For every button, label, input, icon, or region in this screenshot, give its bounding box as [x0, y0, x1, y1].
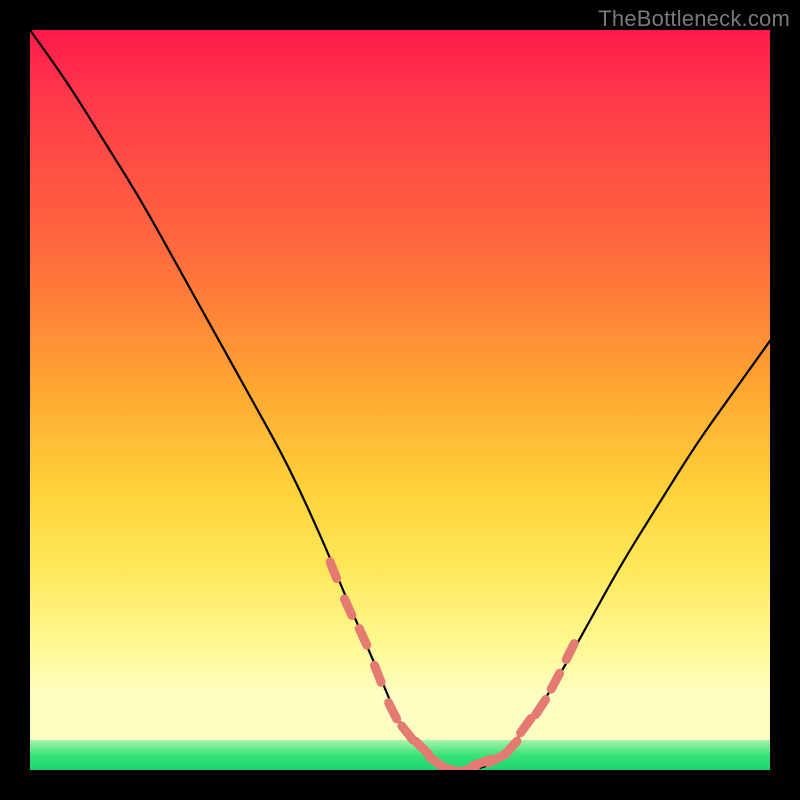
marker-dash: [375, 665, 382, 682]
plot-area: [30, 30, 770, 770]
watermark-text: TheBottleneck.com: [598, 6, 790, 32]
highlighted-points: [330, 562, 574, 770]
marker-dash: [359, 629, 366, 645]
marker-dash: [389, 703, 397, 719]
marker-dash: [566, 644, 574, 660]
marker-dash: [416, 741, 429, 754]
marker-dash: [345, 599, 352, 615]
marker-dash: [330, 562, 337, 579]
marker-dash: [536, 700, 546, 715]
marker-dash: [521, 718, 532, 733]
marker-dash: [402, 726, 413, 740]
marker-dash: [505, 741, 517, 754]
bottleneck-curve: [30, 30, 770, 770]
chart-svg: [30, 30, 770, 770]
chart-stage: TheBottleneck.com: [0, 0, 800, 800]
marker-dash: [551, 673, 559, 689]
